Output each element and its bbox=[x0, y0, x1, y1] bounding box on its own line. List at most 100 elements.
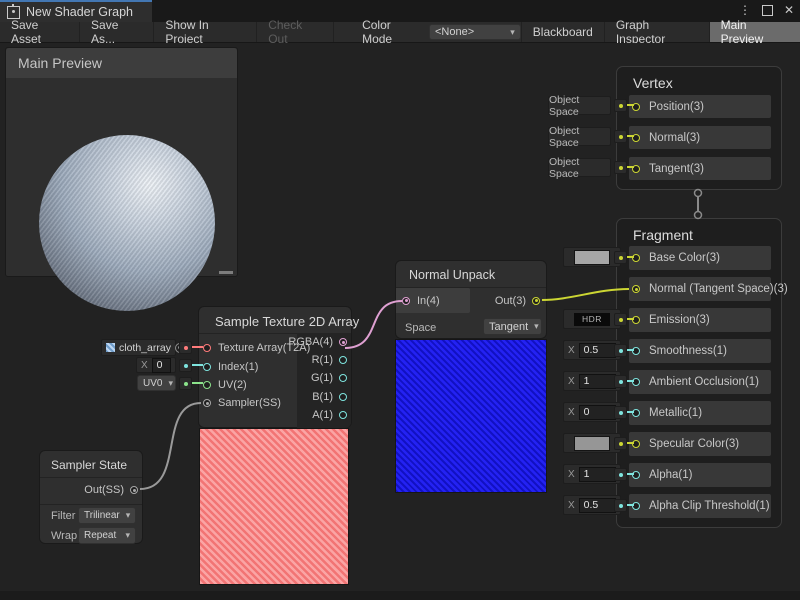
color-mode-dropdown[interactable]: <None> ▾ bbox=[429, 24, 521, 40]
color-mode-value: <None> bbox=[435, 26, 474, 38]
texture-array-input-port[interactable] bbox=[203, 344, 211, 352]
maximize-icon[interactable] bbox=[762, 5, 773, 16]
fragment-row-smoothness[interactable]: Smoothness(1) bbox=[629, 339, 771, 363]
output-row-a[interactable]: A(1) bbox=[297, 406, 351, 424]
output-row-g[interactable]: G(1) bbox=[297, 369, 351, 387]
fragment-row-emission[interactable]: Emission(3) bbox=[629, 308, 771, 332]
tangent-space-widget[interactable]: Object Space bbox=[548, 158, 611, 177]
more-menu-icon[interactable]: ⋮ bbox=[739, 0, 751, 20]
close-icon[interactable]: ✕ bbox=[784, 0, 794, 20]
sample-texture-preview bbox=[199, 428, 349, 585]
main-preview-header[interactable]: Main Preview bbox=[6, 48, 237, 78]
g-output-port[interactable] bbox=[339, 374, 347, 382]
check-out-button: Check Out bbox=[257, 22, 334, 42]
alpha-field[interactable]: 1 bbox=[579, 467, 616, 482]
fragment-row-base-color[interactable]: Base Color(3) bbox=[629, 246, 771, 270]
vertex-row-tangent[interactable]: Tangent(3) bbox=[629, 157, 771, 180]
output-row-b[interactable]: B(1) bbox=[297, 388, 351, 406]
index-input-port[interactable] bbox=[203, 363, 211, 371]
save-asset-button[interactable]: Save Asset bbox=[0, 22, 80, 42]
cloth-array-object-widget[interactable]: cloth_array bbox=[101, 339, 176, 356]
normal-unpack-node[interactable]: Normal Unpack In(4) Out(3) Space Tangent… bbox=[395, 260, 547, 339]
stub-dot bbox=[614, 161, 627, 174]
fragment-node[interactable]: Fragment Base Color(3) Normal (Tangent S… bbox=[616, 218, 782, 528]
graph-inspector-button[interactable]: Graph Inspector bbox=[604, 22, 709, 42]
chevron-down-icon: ▾ bbox=[168, 378, 173, 389]
main-preview-button[interactable]: Main Preview bbox=[709, 22, 800, 42]
show-in-project-button[interactable]: Show In Project bbox=[154, 22, 257, 42]
out-ss-port[interactable] bbox=[130, 486, 138, 494]
in-port[interactable] bbox=[402, 297, 410, 305]
rgba-output-port[interactable] bbox=[339, 338, 347, 346]
emission-hdr-widget[interactable]: HDR bbox=[563, 309, 621, 329]
normal-space-widget[interactable]: Object Space bbox=[548, 127, 611, 146]
sampler-input-port[interactable] bbox=[203, 399, 211, 407]
index-value-widget[interactable]: X 0 bbox=[136, 357, 176, 373]
fragment-row-metallic[interactable]: Metallic(1) bbox=[629, 401, 771, 425]
vertex-row-position[interactable]: Position(3) bbox=[629, 95, 771, 118]
base-color-swatch-widget[interactable] bbox=[563, 247, 621, 267]
color-swatch[interactable] bbox=[574, 436, 610, 451]
sampler-out-slot[interactable]: Out(SS) bbox=[84, 479, 138, 501]
stub-dot bbox=[614, 499, 627, 512]
stub-dot bbox=[179, 341, 192, 354]
blackboard-button[interactable]: Blackboard bbox=[521, 22, 604, 42]
bottom-strip bbox=[0, 591, 800, 600]
stub-wire bbox=[627, 349, 634, 351]
smoothness-value-widget[interactable]: X 0.5 bbox=[563, 340, 621, 360]
specular-color-swatch-widget[interactable] bbox=[563, 433, 621, 453]
b-output-port[interactable] bbox=[339, 393, 347, 401]
input-row-uv[interactable]: UV(2) bbox=[199, 376, 299, 394]
fragment-row-specular-color[interactable]: Specular Color(3) bbox=[629, 432, 771, 456]
metallic-value-widget[interactable]: X 0 bbox=[563, 402, 621, 422]
save-as-button[interactable]: Save As... bbox=[80, 22, 154, 42]
hdr-swatch[interactable]: HDR bbox=[574, 313, 610, 326]
alpha-clip-field[interactable]: 0.5 bbox=[579, 498, 616, 513]
filter-label: Filter bbox=[51, 510, 75, 522]
uv-input-port[interactable] bbox=[203, 381, 211, 389]
index-field[interactable]: 0 bbox=[152, 358, 171, 373]
stub-dot bbox=[614, 130, 627, 143]
r-output-port[interactable] bbox=[339, 356, 347, 364]
alpha-clip-value-widget[interactable]: X 0.5 bbox=[563, 495, 621, 515]
vertex-row-normal[interactable]: Normal(3) bbox=[629, 126, 771, 149]
normal-unpack-in-slot[interactable]: In(4) bbox=[396, 288, 470, 313]
out-port[interactable] bbox=[532, 297, 540, 305]
main-preview-panel[interactable]: Main Preview bbox=[5, 47, 238, 277]
metallic-field[interactable]: 0 bbox=[579, 405, 616, 420]
normal-tangent-port[interactable] bbox=[632, 285, 640, 293]
chevron-down-icon: ▾ bbox=[126, 510, 131, 521]
chevron-down-icon: ▾ bbox=[125, 530, 130, 541]
alpha-value-widget[interactable]: X 1 bbox=[563, 464, 621, 484]
sampler-state-node[interactable]: Sampler State Out(SS) Filter Trilinear ▾… bbox=[39, 450, 143, 544]
input-row-index[interactable]: Index(1) bbox=[199, 357, 299, 375]
fragment-row-alpha-clip[interactable]: Alpha Clip Threshold(1) bbox=[629, 494, 771, 518]
normal-unpack-out-slot[interactable]: Out(3) bbox=[495, 288, 540, 313]
wrap-dropdown[interactable]: Repeat ▾ bbox=[78, 527, 136, 544]
position-space-widget[interactable]: Object Space bbox=[548, 96, 611, 115]
fragment-row-ambient-occlusion[interactable]: Ambient Occlusion(1) bbox=[629, 370, 771, 394]
chevron-down-icon: ▾ bbox=[510, 27, 515, 38]
sample-texture-2d-array-node[interactable]: Sample Texture 2D Array RGBA(4) R(1) G(1… bbox=[198, 306, 352, 428]
vertex-node[interactable]: Vertex Position(3) Normal(3) Tangent(3) bbox=[616, 66, 782, 190]
space-dropdown[interactable]: Tangent ▾ bbox=[483, 318, 542, 335]
panel-resize-handle[interactable] bbox=[219, 271, 233, 274]
color-swatch[interactable] bbox=[574, 250, 610, 265]
stub-wire bbox=[192, 382, 203, 384]
ambient-occlusion-value-widget[interactable]: X 1 bbox=[563, 371, 621, 391]
stub-wire bbox=[627, 318, 634, 320]
smoothness-field[interactable]: 0.5 bbox=[579, 343, 616, 358]
fragment-row-alpha[interactable]: Alpha(1) bbox=[629, 463, 771, 487]
stub-wire bbox=[192, 364, 203, 366]
a-output-port[interactable] bbox=[339, 411, 347, 419]
stub-dot bbox=[614, 344, 627, 357]
fragment-row-normal[interactable]: Normal (Tangent Space)(3) bbox=[629, 277, 771, 301]
ambient-occlusion-field[interactable]: 1 bbox=[579, 374, 616, 389]
input-row-texture-array[interactable]: Texture Array(T2A) bbox=[199, 339, 299, 357]
filter-dropdown[interactable]: Trilinear ▾ bbox=[78, 507, 136, 524]
stub-wire bbox=[627, 104, 634, 106]
stub-dot bbox=[614, 313, 627, 326]
uv-channel-dropdown[interactable]: UV0 ▾ bbox=[137, 375, 176, 391]
stub-wire bbox=[627, 135, 634, 137]
input-row-sampler[interactable]: Sampler(SS) bbox=[199, 394, 299, 412]
